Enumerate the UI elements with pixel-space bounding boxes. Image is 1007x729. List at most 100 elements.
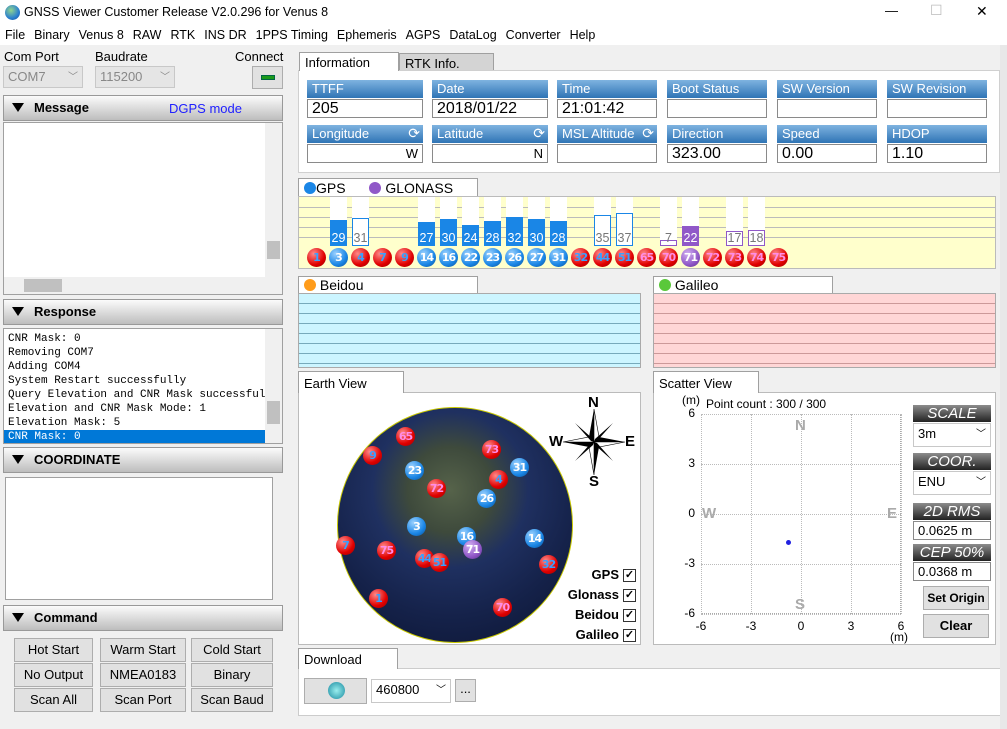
scan-all-button[interactable]: Scan All <box>14 688 93 712</box>
response-vscrollbar[interactable] <box>265 329 282 443</box>
maximize-button[interactable]: ☐ <box>930 2 943 19</box>
earth-satellite-32: 32 <box>539 555 558 574</box>
scale-select[interactable]: 3m ﹀ <box>913 423 991 447</box>
download-button[interactable] <box>304 678 367 704</box>
menu-agps[interactable]: AGPS <box>406 28 441 42</box>
browse-button[interactable]: ... <box>455 679 476 702</box>
com-port-label: Com Port <box>4 49 59 64</box>
menu-venus-8[interactable]: Venus 8 <box>79 28 124 42</box>
menu-rtk[interactable]: RTK <box>170 28 195 42</box>
x-tick-label: -3 <box>745 619 757 633</box>
refresh-icon[interactable]: ⟳ <box>408 125 420 142</box>
field-hdop-label: HDOP <box>887 125 987 143</box>
chevron-down-icon: ﹀ <box>976 477 986 488</box>
coordinate-header[interactable]: COORDINATE <box>3 447 283 473</box>
x-tick-label: 6 <box>897 619 905 633</box>
connect-button[interactable] <box>252 66 283 89</box>
snr-value: 7 <box>665 231 672 245</box>
Boot Status-label: Boot Status <box>672 81 740 96</box>
gps-checkbox[interactable]: ✓ <box>623 569 636 583</box>
com-port-select[interactable]: COM7 ﹀ <box>3 66 83 88</box>
menu-file[interactable]: File <box>5 28 25 42</box>
warm-start-button[interactable]: Warm Start <box>100 638 186 662</box>
connect-label: Connect <box>235 49 284 64</box>
message-vscrollbar[interactable] <box>265 123 282 278</box>
galileo-filter-label: Galileo <box>575 627 619 642</box>
binary-button[interactable]: Binary <box>191 663 273 687</box>
response-line[interactable]: System Restart successfully <box>4 374 282 388</box>
galileo-checkbox[interactable]: ✓ <box>623 629 636 643</box>
satellite-prn-65: 65 <box>637 248 656 267</box>
menu-ephemeris[interactable]: Ephemeris <box>337 28 397 42</box>
window-title: GNSS Viewer Customer Release V2.0.296 fo… <box>24 5 329 19</box>
rms-label: 2D RMS <box>913 503 991 520</box>
menu-help[interactable]: Help <box>570 28 596 42</box>
field-latitude-label: Latitude ⟳ <box>432 125 548 143</box>
tab-earth-view[interactable]: Earth View <box>298 371 404 393</box>
scatter-dir-n: N <box>795 417 806 434</box>
tab-information[interactable]: Information <box>299 52 399 71</box>
close-button[interactable]: ✕ <box>976 3 988 20</box>
right-scrollbar[interactable] <box>1000 45 1007 729</box>
earth-satellite-70: 70 <box>493 598 512 617</box>
MSL Altitude-label: MSL Altitude <box>562 126 635 141</box>
gps-filter[interactable]: GPS ✓ <box>568 565 636 585</box>
download-baud-select[interactable]: 460800 ﹀ <box>371 679 451 703</box>
satellite-prn-9: 9 <box>395 248 414 267</box>
beidou-checkbox[interactable]: ✓ <box>623 609 636 623</box>
tab-gps-glonass[interactable]: GPS GLONASS <box>298 178 478 197</box>
nmea0183-button[interactable]: NMEA0183 <box>100 663 186 687</box>
baudrate-select[interactable]: 115200 ﹀ <box>95 66 175 88</box>
tab-download[interactable]: Download <box>298 648 398 669</box>
glonass-filter[interactable]: Glonass ✓ <box>568 585 636 605</box>
no-output-button[interactable]: No Output <box>14 663 93 687</box>
scan-port-button[interactable]: Scan Port <box>100 688 186 712</box>
tab-scatter-view[interactable]: Scatter View <box>653 371 759 393</box>
response-line[interactable]: Adding COM4 <box>4 360 282 374</box>
message-hscrollbar[interactable] <box>4 277 282 294</box>
glonass-checkbox[interactable]: ✓ <box>623 589 636 603</box>
set-origin-button[interactable]: Set Origin <box>923 586 989 610</box>
snr-value: 22 <box>683 231 698 245</box>
earth-satellite-75: 75 <box>377 541 396 560</box>
tab-rtk-info[interactable]: RTK Info. <box>399 53 494 71</box>
response-line[interactable]: Elevation and CNR Mask Mode: 1 <box>4 402 282 416</box>
menu-ins-dr[interactable]: INS DR <box>204 28 246 42</box>
message-header[interactable]: Message DGPS mode <box>3 95 283 121</box>
response-line[interactable]: CNR Mask: 0 <box>4 332 282 346</box>
Speed-label: Speed <box>782 126 820 141</box>
menu-datalog[interactable]: DataLog <box>449 28 496 42</box>
beidou-filter[interactable]: Beidou ✓ <box>568 605 636 625</box>
y-tick-label: -6 <box>684 606 695 620</box>
scale-value: 3m <box>918 426 937 441</box>
response-line[interactable]: Query Elevation and CNR Mask successful <box>4 388 282 402</box>
coor-label: COOR. <box>913 453 991 470</box>
message-box[interactable] <box>3 122 283 295</box>
response-list[interactable]: CNR Mask: 0 Removing COM7 Adding COM4 Syste… <box>3 328 283 444</box>
menu-1pps-timing[interactable]: 1PPS Timing <box>256 28 328 42</box>
menu-converter[interactable]: Converter <box>506 28 561 42</box>
hot-start-button[interactable]: Hot Start <box>14 638 93 662</box>
cold-start-button[interactable]: Cold Start <box>191 638 273 662</box>
command-header[interactable]: Command <box>3 605 283 631</box>
response-line[interactable]: Removing COM7 <box>4 346 282 360</box>
menu-binary[interactable]: Binary <box>34 28 69 42</box>
collapse-icon <box>12 613 24 622</box>
earth-satellite-23: 23 <box>405 461 424 480</box>
tab-galileo[interactable]: Galileo <box>653 276 833 294</box>
response-line[interactable]: CNR Mask: 0 <box>4 430 266 443</box>
grid-line <box>299 227 995 228</box>
field-boot-status-value <box>667 99 767 118</box>
refresh-icon[interactable]: ⟳ <box>642 125 654 142</box>
galileo-filter[interactable]: Galileo ✓ <box>568 625 636 645</box>
response-header[interactable]: Response <box>3 299 283 325</box>
coor-select[interactable]: ENU ﹀ <box>913 471 991 495</box>
menu-raw[interactable]: RAW <box>133 28 162 42</box>
minimize-button[interactable]: — <box>885 3 898 18</box>
download-baud-value: 460800 <box>376 682 420 697</box>
tab-beidou[interactable]: Beidou <box>298 276 478 294</box>
response-line[interactable]: Elevation Mask: 5 <box>4 416 282 430</box>
refresh-icon[interactable]: ⟳ <box>533 125 545 142</box>
clear-button[interactable]: Clear <box>923 614 989 638</box>
scan-baud-button[interactable]: Scan Baud <box>191 688 273 712</box>
